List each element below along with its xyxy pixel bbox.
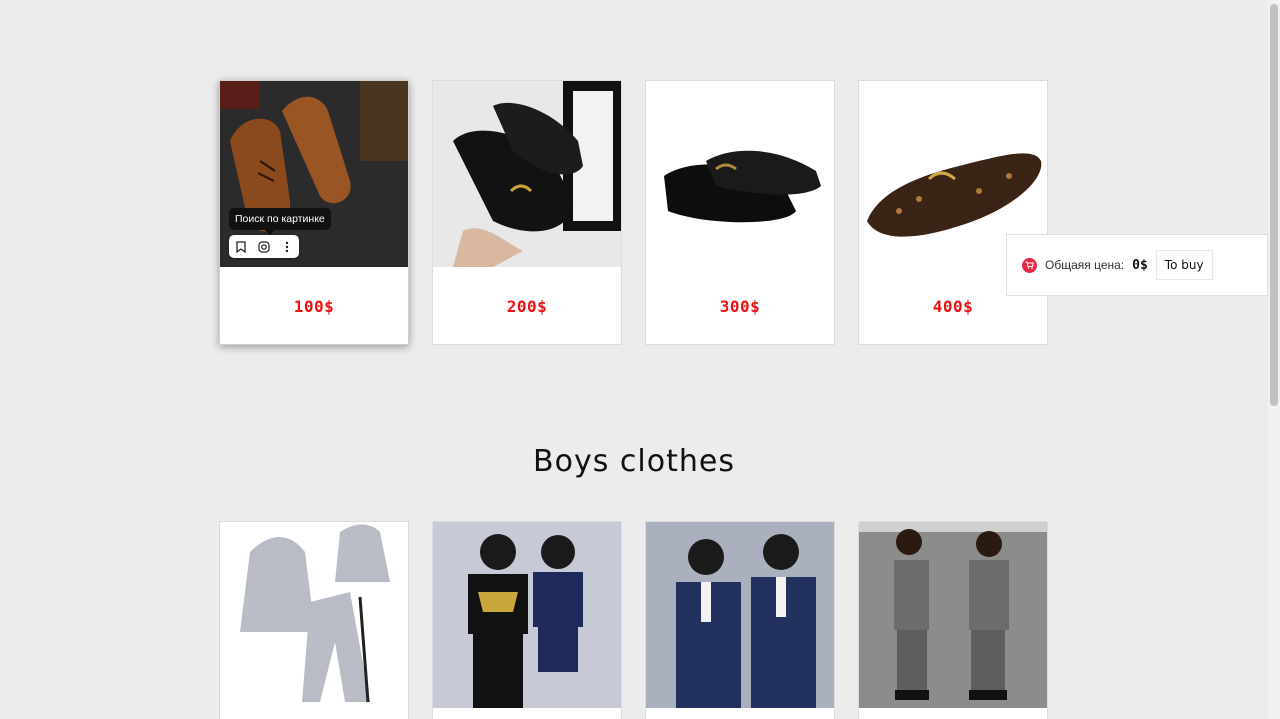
lens-search-icon[interactable] (254, 237, 274, 257)
product-card[interactable] (645, 521, 835, 719)
cart-total-value: 0$ (1132, 257, 1148, 273)
page: Поиск по картинке 100$ 200$ 300$ 400$ Об… (0, 0, 1280, 719)
product-card[interactable]: Поиск по картинке 100$ (219, 80, 409, 345)
product-price: 400$ (932, 297, 974, 316)
image-tools-bar (229, 235, 299, 258)
product-image[interactable] (646, 81, 834, 267)
product-card[interactable]: 300$ (645, 80, 835, 345)
product-price: 200$ (506, 297, 548, 316)
cart-total-label: Общаяя цена: (1045, 258, 1125, 272)
image-search-tooltip: Поиск по картинке (229, 208, 331, 235)
more-vertical-icon[interactable] (277, 237, 297, 257)
product-image[interactable] (433, 522, 621, 708)
scrollbar[interactable] (1268, 0, 1280, 719)
product-price: 100$ (293, 297, 335, 316)
product-card[interactable]: 200$ (432, 80, 622, 345)
scrollbar-thumb[interactable] (1270, 4, 1278, 406)
product-card[interactable]: 400$ (858, 80, 1048, 345)
product-image[interactable] (646, 522, 834, 708)
bookmark-icon[interactable] (231, 237, 251, 257)
section-title: Boys clothes (533, 444, 735, 479)
product-card[interactable] (219, 521, 409, 719)
product-image[interactable] (859, 522, 1047, 708)
product-card[interactable] (858, 521, 1048, 719)
product-card[interactable] (432, 521, 622, 719)
product-price: 300$ (719, 297, 761, 316)
cart-panel: Общаяя цена: 0$ To buy (1006, 234, 1268, 296)
product-image[interactable] (433, 81, 621, 267)
cart-icon (1022, 257, 1037, 273)
product-image[interactable] (220, 522, 408, 708)
to-buy-button[interactable]: To buy (1155, 250, 1213, 280)
